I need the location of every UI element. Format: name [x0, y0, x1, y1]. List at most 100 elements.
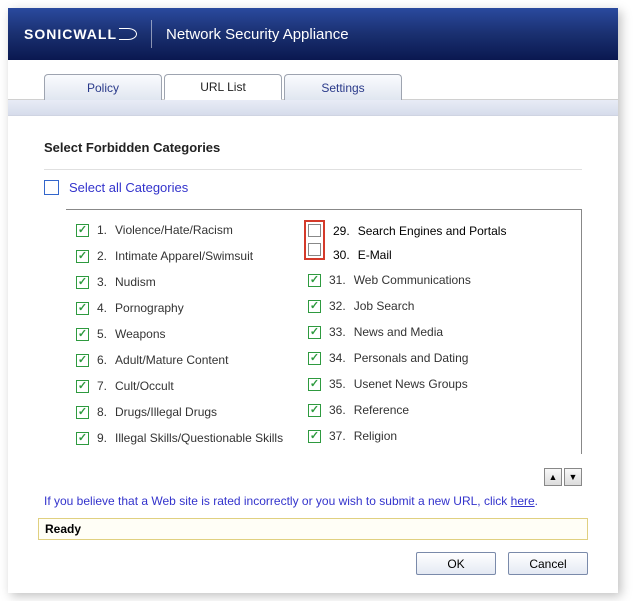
- category-num: 7.: [97, 379, 107, 393]
- category-checkbox[interactable]: [308, 300, 321, 313]
- tab-settings[interactable]: Settings: [284, 74, 402, 100]
- scroll-up-button[interactable]: ▲: [544, 468, 562, 486]
- category-label: Drugs/Illegal Drugs: [115, 405, 217, 419]
- category-checkbox[interactable]: [308, 378, 321, 391]
- category-item: 3. Nudism: [76, 272, 308, 292]
- category-checkbox[interactable]: [76, 406, 89, 419]
- product-name: Network Security Appliance: [166, 26, 349, 43]
- note: If you believe that a Web site is rated …: [8, 486, 618, 518]
- logo-arc-icon: [119, 28, 137, 40]
- category-item: 1. Violence/Hate/Racism: [76, 220, 308, 240]
- category-checkbox[interactable]: [308, 243, 321, 256]
- note-link[interactable]: here: [511, 494, 535, 508]
- category-label: News and Media: [354, 325, 443, 339]
- header: SONICWALL Network Security Appliance: [8, 8, 618, 60]
- category-num: 9.: [97, 431, 107, 445]
- category-num: 34.: [329, 351, 346, 365]
- category-checkbox[interactable]: [76, 276, 89, 289]
- category-num: 35.: [329, 377, 346, 391]
- category-label: Weapons: [115, 327, 165, 341]
- category-item: 36. Reference: [308, 400, 540, 420]
- category-label: Nudism: [115, 275, 156, 289]
- category-label: Cult/Occult: [115, 379, 174, 393]
- category-item: 2. Intimate Apparel/Swimsuit: [76, 246, 308, 266]
- content: Select Forbidden Categories Select all C…: [8, 116, 618, 464]
- category-checkbox[interactable]: [76, 250, 89, 263]
- select-all-label[interactable]: Select all Categories: [69, 180, 188, 195]
- category-checkbox[interactable]: [308, 326, 321, 339]
- category-item: 34. Personals and Dating: [308, 348, 540, 368]
- category-num: 31.: [329, 273, 346, 287]
- category-item: 6. Adult/Mature Content: [76, 350, 308, 370]
- section-title: Select Forbidden Categories: [44, 140, 582, 155]
- category-item: 31. Web Communications: [308, 270, 540, 290]
- category-item: 9. Illegal Skills/Questionable Skills: [76, 428, 308, 448]
- category-checkbox[interactable]: [76, 432, 89, 445]
- category-num: 33.: [329, 325, 346, 339]
- category-item: 8. Drugs/Illegal Drugs: [76, 402, 308, 422]
- select-all-checkbox[interactable]: [44, 180, 59, 195]
- category-num: 5.: [97, 327, 107, 341]
- brand-logo: SONICWALL: [24, 26, 137, 42]
- cancel-button[interactable]: Cancel: [508, 552, 588, 575]
- category-num: 36.: [329, 403, 346, 417]
- category-num: 37.: [329, 429, 346, 443]
- category-item: 37. Religion: [308, 426, 540, 446]
- category-checkbox[interactable]: [76, 302, 89, 315]
- category-label: Search Engines and Portals: [358, 224, 507, 238]
- category-label: Personals and Dating: [354, 351, 469, 365]
- brand-text: SONICWALL: [24, 26, 117, 42]
- tab-url-list[interactable]: URL List: [164, 74, 282, 100]
- categories-col-left: 1. Violence/Hate/Racism 2. Intimate Appare…: [76, 220, 308, 448]
- category-item: 35. Usenet News Groups: [308, 374, 540, 394]
- category-num: 1.: [97, 223, 107, 237]
- note-text: If you believe that a Web site is rated …: [44, 494, 511, 508]
- category-item: 32. Job Search: [308, 296, 540, 316]
- category-num: 30.: [333, 248, 350, 262]
- category-num: 2.: [97, 249, 107, 263]
- app-window: SONICWALL Network Security Appliance Pol…: [8, 8, 618, 593]
- category-item: 5. Weapons: [76, 324, 308, 344]
- scroll-buttons: ▲ ▼: [8, 464, 618, 486]
- category-num: 6.: [97, 353, 107, 367]
- select-all-row: Select all Categories: [44, 170, 582, 209]
- category-label: Job Search: [354, 299, 415, 313]
- category-checkbox[interactable]: [308, 274, 321, 287]
- category-label: Illegal Skills/Questionable Skills: [115, 431, 283, 445]
- header-divider: [151, 20, 152, 48]
- category-label: Violence/Hate/Racism: [115, 223, 233, 237]
- dialog-buttons: OK Cancel: [8, 552, 618, 593]
- category-checkbox[interactable]: [308, 430, 321, 443]
- category-label: Intimate Apparel/Swimsuit: [115, 249, 253, 263]
- category-num: 29.: [333, 224, 350, 238]
- category-num: 8.: [97, 405, 107, 419]
- category-num: 32.: [329, 299, 346, 313]
- category-checkbox[interactable]: [308, 352, 321, 365]
- category-label: Usenet News Groups: [354, 377, 468, 391]
- tab-policy[interactable]: Policy: [44, 74, 162, 100]
- highlight-box: [304, 220, 325, 260]
- category-label: Adult/Mature Content: [115, 353, 228, 367]
- category-num: 3.: [97, 275, 107, 289]
- category-label: Religion: [354, 429, 397, 443]
- scroll-down-button[interactable]: ▼: [564, 468, 582, 486]
- category-label: Reference: [354, 403, 409, 417]
- status-bar: Ready: [38, 518, 588, 540]
- categories-col-right: 29.Search Engines and Portals 30.E-Mail …: [308, 220, 540, 448]
- category-checkbox[interactable]: [308, 404, 321, 417]
- category-item: 7. Cult/Occult: [76, 376, 308, 396]
- category-label: E-Mail: [358, 248, 392, 262]
- category-label: Web Communications: [354, 273, 471, 287]
- category-label: Pornography: [115, 301, 184, 315]
- category-item: 4.Pornography: [76, 298, 308, 318]
- category-item: 33. News and Media: [308, 322, 540, 342]
- categories-box: 1. Violence/Hate/Racism 2. Intimate Appare…: [66, 209, 582, 454]
- category-checkbox[interactable]: [76, 328, 89, 341]
- ok-button[interactable]: OK: [416, 552, 496, 575]
- category-checkbox[interactable]: [308, 224, 321, 237]
- gradient-bar: [8, 100, 618, 116]
- category-checkbox[interactable]: [76, 224, 89, 237]
- category-checkbox[interactable]: [76, 380, 89, 393]
- tabs: Policy URL List Settings: [8, 60, 618, 100]
- category-checkbox[interactable]: [76, 354, 89, 367]
